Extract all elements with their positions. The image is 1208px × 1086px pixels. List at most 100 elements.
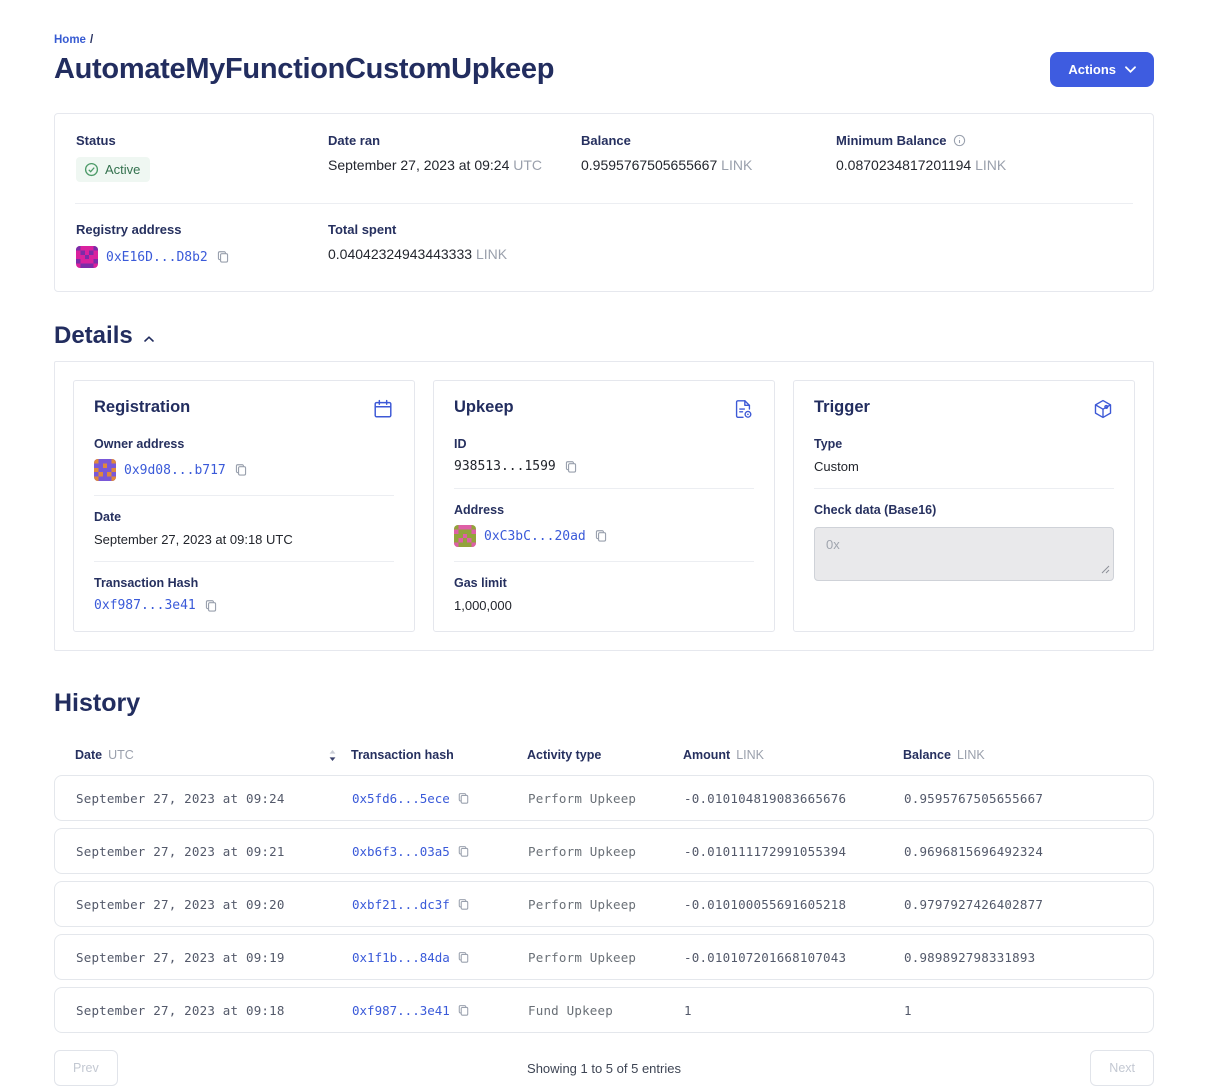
min-balance-field: Minimum Balance 0.0870234817201194 LINK bbox=[836, 133, 1133, 182]
min-balance-label: Minimum Balance bbox=[836, 133, 947, 148]
transaction-hash-label: Transaction Hash bbox=[94, 576, 394, 590]
sort-icon[interactable] bbox=[328, 749, 337, 762]
copy-icon[interactable] bbox=[234, 463, 248, 477]
check-data-label: Check data (Base16) bbox=[814, 503, 1114, 517]
registration-card: Registration Owner address 0x9d08...b717… bbox=[73, 380, 415, 632]
cube-icon bbox=[1092, 398, 1114, 420]
trigger-type-value: Custom bbox=[814, 459, 1114, 474]
check-data-textarea[interactable] bbox=[814, 527, 1114, 581]
history-heading: History bbox=[54, 689, 1154, 718]
chevron-down-icon bbox=[1125, 66, 1136, 73]
row-hash-link[interactable]: 0xf987...3e41 bbox=[352, 1003, 450, 1018]
calendar-icon bbox=[372, 398, 394, 420]
copy-icon[interactable] bbox=[457, 898, 470, 911]
row-date: September 27, 2023 at 09:24 bbox=[76, 791, 352, 806]
row-balance: 0.9797927426402877 bbox=[904, 897, 1153, 912]
col-balance-suffix: LINK bbox=[957, 748, 985, 762]
upkeep-card-title: Upkeep bbox=[454, 398, 514, 417]
trigger-type-label: Type bbox=[814, 437, 1114, 451]
upkeep-address-label: Address bbox=[454, 503, 754, 517]
table-row: September 27, 2023 at 09:19 0x1f1b...84d… bbox=[54, 934, 1154, 980]
copy-icon[interactable] bbox=[457, 1004, 470, 1017]
copy-icon[interactable] bbox=[564, 460, 578, 474]
copy-icon[interactable] bbox=[216, 250, 230, 264]
owner-identicon bbox=[94, 459, 116, 481]
copy-icon[interactable] bbox=[204, 599, 218, 613]
divider bbox=[94, 495, 394, 496]
actions-button-label: Actions bbox=[1068, 62, 1116, 77]
date-ran-field: Date ran September 27, 2023 at 09:24 UTC bbox=[328, 133, 581, 182]
balance-value: 0.9595767505655667 bbox=[581, 157, 717, 173]
balance-suffix: LINK bbox=[721, 157, 752, 173]
upkeep-card: Upkeep ID 938513...1599 Address 0xC3bC..… bbox=[433, 380, 775, 632]
row-hash-link[interactable]: 0xbf21...dc3f bbox=[352, 897, 450, 912]
table-row: September 27, 2023 at 09:24 0x5fd6...5ec… bbox=[54, 775, 1154, 821]
prev-button[interactable]: Prev bbox=[54, 1050, 118, 1086]
status-badge-label: Active bbox=[105, 162, 140, 177]
upkeep-id-label: ID bbox=[454, 437, 754, 451]
check-circle-icon bbox=[84, 162, 99, 177]
row-hash-link[interactable]: 0xb6f3...03a5 bbox=[352, 844, 450, 859]
date-ran-label: Date ran bbox=[328, 133, 581, 148]
pagination: Prev Showing 1 to 5 of 5 entries Next bbox=[54, 1050, 1154, 1086]
details-panel: Registration Owner address 0x9d08...b717… bbox=[54, 361, 1154, 651]
table-row: September 27, 2023 at 09:21 0xb6f3...03a… bbox=[54, 828, 1154, 874]
registration-date-label: Date bbox=[94, 510, 394, 524]
history-table-header: Date UTC Transaction hash Activity type … bbox=[54, 748, 1154, 762]
owner-address-field: Owner address 0x9d08...b717 bbox=[94, 437, 394, 481]
copy-icon[interactable] bbox=[594, 529, 608, 543]
status-field: Status Active bbox=[76, 133, 328, 182]
divider bbox=[94, 561, 394, 562]
row-amount: -0.010107201668107043 bbox=[684, 950, 904, 965]
next-button[interactable]: Next bbox=[1090, 1050, 1154, 1086]
row-activity: Perform Upkeep bbox=[528, 844, 684, 859]
details-collapse-toggle[interactable] bbox=[142, 336, 156, 342]
upkeep-address-identicon bbox=[454, 525, 476, 547]
owner-address-link[interactable]: 0x9d08...b717 bbox=[124, 463, 226, 478]
registration-date-field: Date September 27, 2023 at 09:18 UTC bbox=[94, 510, 394, 547]
details-heading: Details bbox=[54, 322, 133, 350]
row-balance: 1 bbox=[904, 1003, 1153, 1018]
row-hash-link[interactable]: 0x5fd6...5ece bbox=[352, 791, 450, 806]
history-table-body: September 27, 2023 at 09:24 0x5fd6...5ec… bbox=[54, 775, 1154, 1033]
gas-limit-value: 1,000,000 bbox=[454, 598, 754, 613]
copy-icon[interactable] bbox=[457, 845, 470, 858]
date-ran-suffix: UTC bbox=[513, 157, 542, 173]
copy-icon[interactable] bbox=[457, 792, 470, 805]
trigger-card-title: Trigger bbox=[814, 398, 870, 417]
row-date: September 27, 2023 at 09:20 bbox=[76, 897, 352, 912]
row-amount: -0.010100055691605218 bbox=[684, 897, 904, 912]
upkeep-address-field: Address 0xC3bC...20ad bbox=[454, 503, 754, 547]
row-date: September 27, 2023 at 09:21 bbox=[76, 844, 352, 859]
total-spent-value: 0.04042324943443333 bbox=[328, 246, 472, 262]
table-row: September 27, 2023 at 09:18 0xf987...3e4… bbox=[54, 987, 1154, 1033]
copy-icon[interactable] bbox=[457, 951, 470, 964]
row-activity: Perform Upkeep bbox=[528, 897, 684, 912]
col-hash-label: Transaction hash bbox=[351, 748, 454, 762]
col-activity-label: Activity type bbox=[527, 748, 601, 762]
document-gear-icon bbox=[732, 398, 754, 420]
status-label: Status bbox=[76, 133, 328, 148]
check-data-field: Check data (Base16) bbox=[814, 503, 1114, 586]
row-activity: Perform Upkeep bbox=[528, 950, 684, 965]
registration-card-title: Registration bbox=[94, 398, 190, 417]
row-activity: Perform Upkeep bbox=[528, 791, 684, 806]
page-title: AutomateMyFunctionCustomUpkeep bbox=[54, 53, 554, 86]
breadcrumb-home-link[interactable]: Home bbox=[54, 34, 86, 46]
transaction-hash-link[interactable]: 0xf987...3e41 bbox=[94, 598, 196, 613]
registry-address-field: Registry address 0xE16D...D8b2 bbox=[76, 222, 328, 268]
summary-card: Status Active Date ran September 27, 202… bbox=[54, 113, 1154, 292]
col-date-suffix: UTC bbox=[108, 748, 134, 762]
info-icon[interactable] bbox=[953, 134, 966, 147]
col-date-label: Date bbox=[75, 748, 102, 762]
col-balance-label: Balance bbox=[903, 748, 951, 762]
trigger-card: Trigger Type Custom Check data (Base16) bbox=[793, 380, 1135, 632]
row-hash-link[interactable]: 0x1f1b...84da bbox=[352, 950, 450, 965]
registry-address-link[interactable]: 0xE16D...D8b2 bbox=[106, 250, 208, 265]
upkeep-address-link[interactable]: 0xC3bC...20ad bbox=[484, 529, 586, 544]
row-amount: -0.010111172991055394 bbox=[684, 844, 904, 859]
total-spent-suffix: LINK bbox=[476, 246, 507, 262]
table-row: September 27, 2023 at 09:20 0xbf21...dc3… bbox=[54, 881, 1154, 927]
actions-button[interactable]: Actions bbox=[1050, 52, 1154, 87]
breadcrumb: Home/ bbox=[54, 34, 1154, 46]
